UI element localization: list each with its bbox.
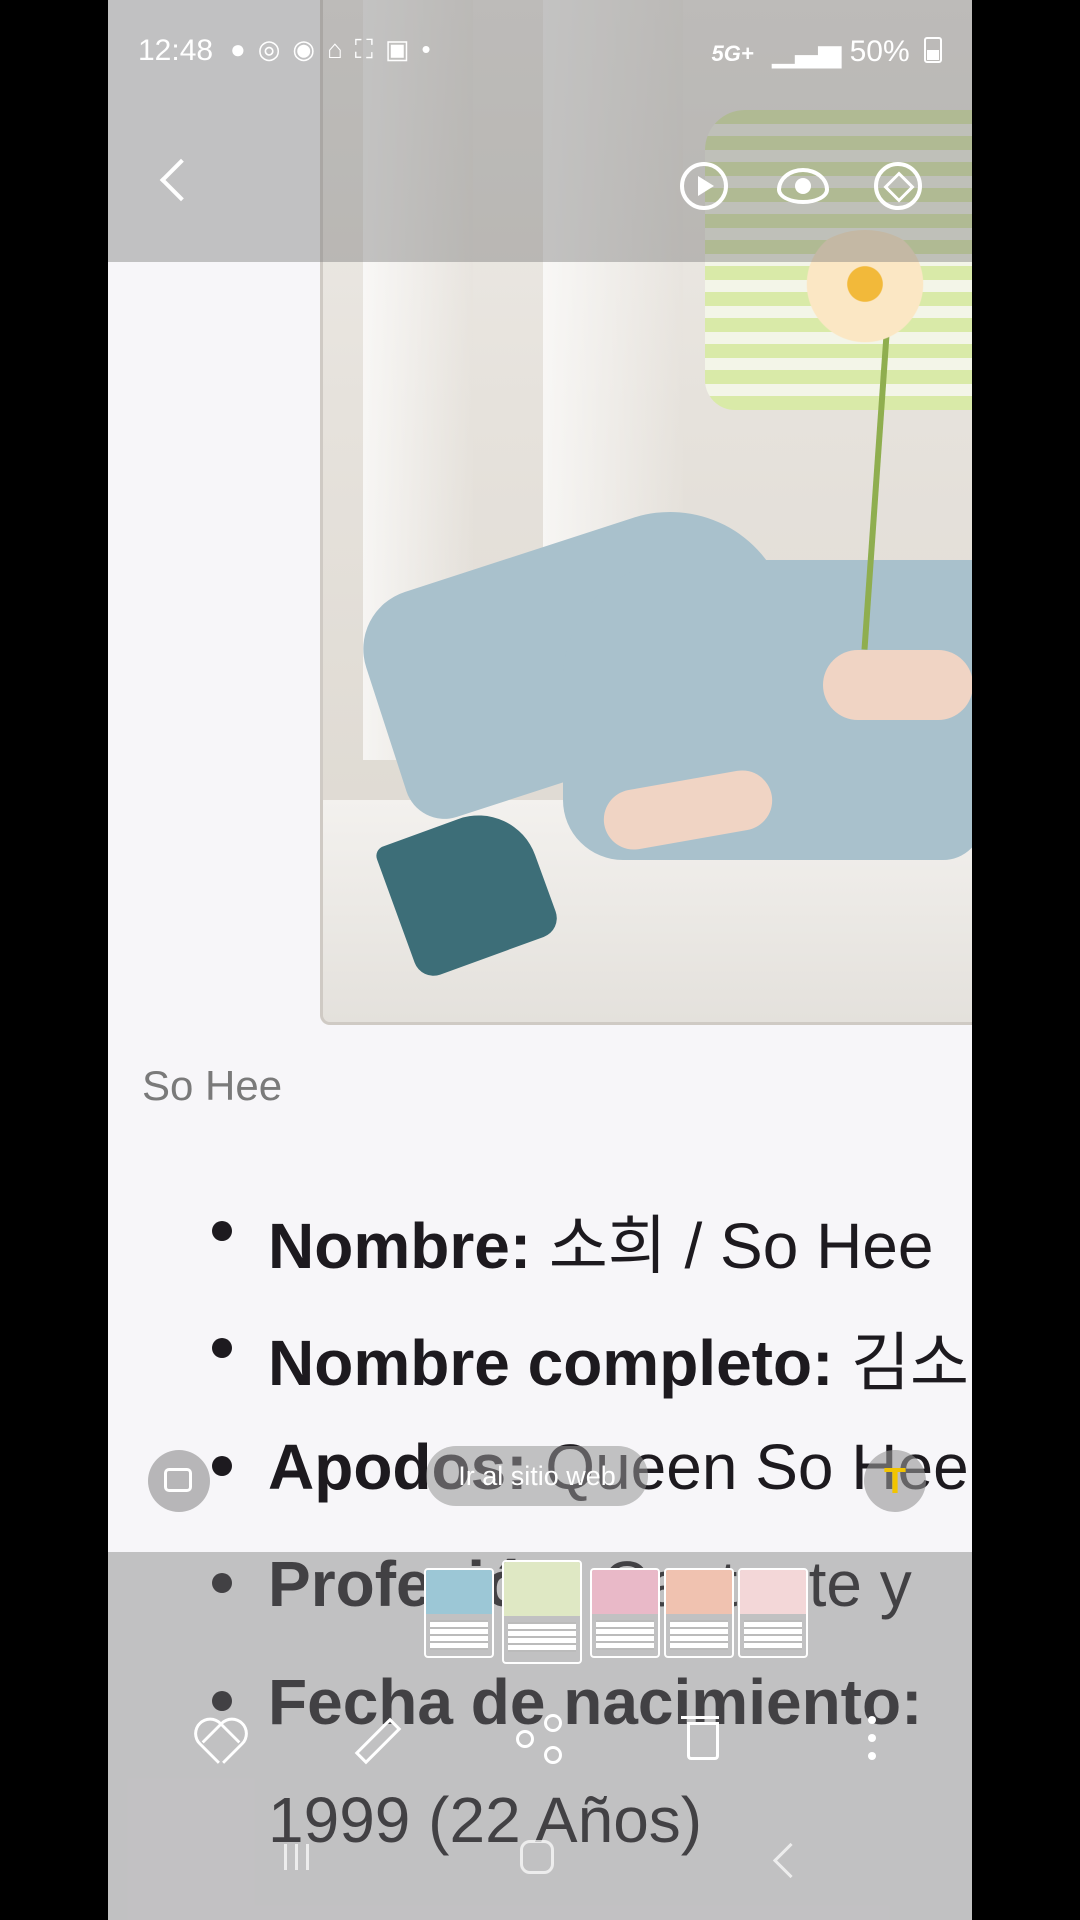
bio-value: 김소희 [851, 1327, 972, 1399]
bio-value: 소희 / So Hee [531, 1210, 934, 1282]
network-type: 5G+ [711, 41, 754, 66]
battery-icon [924, 37, 942, 63]
hands [823, 650, 972, 720]
thumbnail-selected[interactable] [502, 1560, 582, 1664]
signal-icon: ▁▃▅ [772, 35, 842, 68]
bio-label: Nombre: [268, 1210, 532, 1282]
delete-icon[interactable] [673, 1710, 729, 1766]
thumbnail-text [670, 1620, 728, 1650]
bullet [212, 1221, 232, 1241]
status-right: 5G+ ▁▃▅ 50% [711, 34, 942, 69]
thumbnail-image [426, 1570, 492, 1614]
thumbnail-image [592, 1570, 658, 1614]
recents-icon[interactable] [280, 1840, 314, 1874]
more-options-icon[interactable] [844, 1710, 900, 1766]
motion-photo-icon[interactable] [680, 162, 728, 210]
eye-icon[interactable] [777, 168, 829, 204]
status-bar: 12:48 ●◎◉⌂⛶▣• 5G+ ▁▃▅ 50% [108, 22, 972, 80]
bullet [212, 1456, 232, 1476]
thumbnail[interactable] [590, 1568, 660, 1658]
thumbnail-text [430, 1620, 488, 1650]
thumbnail-text [744, 1620, 802, 1650]
bio-label: Nombre completo: [268, 1327, 834, 1399]
gallery-viewer: So Hee Nombre: 소희 / So Hee Nombre comple… [108, 0, 972, 1920]
bixby-vision-button[interactable] [148, 1450, 210, 1512]
thumbnail-text [596, 1620, 654, 1650]
photo-caption: So Hee [142, 1062, 283, 1109]
battery-percent: 50% [849, 35, 910, 68]
share-icon[interactable] [510, 1710, 566, 1766]
back-icon[interactable] [159, 158, 203, 202]
edit-icon[interactable] [348, 1710, 404, 1766]
thumbnail-image [504, 1562, 580, 1616]
thumbnail[interactable] [664, 1568, 734, 1658]
status-time: 12:48 [138, 34, 214, 67]
favorite-icon[interactable] [190, 1710, 246, 1766]
notification-icons: ●◎◉⌂⛶▣• [230, 34, 443, 64]
thumbnail-text [508, 1622, 576, 1652]
thumbnail[interactable] [424, 1568, 494, 1658]
thumbnail-image [740, 1570, 806, 1614]
rotate-icon[interactable] [874, 162, 922, 210]
viewer-top-bar: 12:48 ●◎◉⌂⛶▣• 5G+ ▁▃▅ 50% [108, 0, 972, 262]
visit-website-button[interactable]: Ir al sitio web [426, 1446, 648, 1506]
extract-text-button[interactable]: T [864, 1450, 926, 1512]
home-icon[interactable] [520, 1840, 554, 1874]
thumbnail-image [666, 1570, 732, 1614]
thumbnail[interactable] [738, 1568, 808, 1658]
bullet [212, 1338, 232, 1358]
